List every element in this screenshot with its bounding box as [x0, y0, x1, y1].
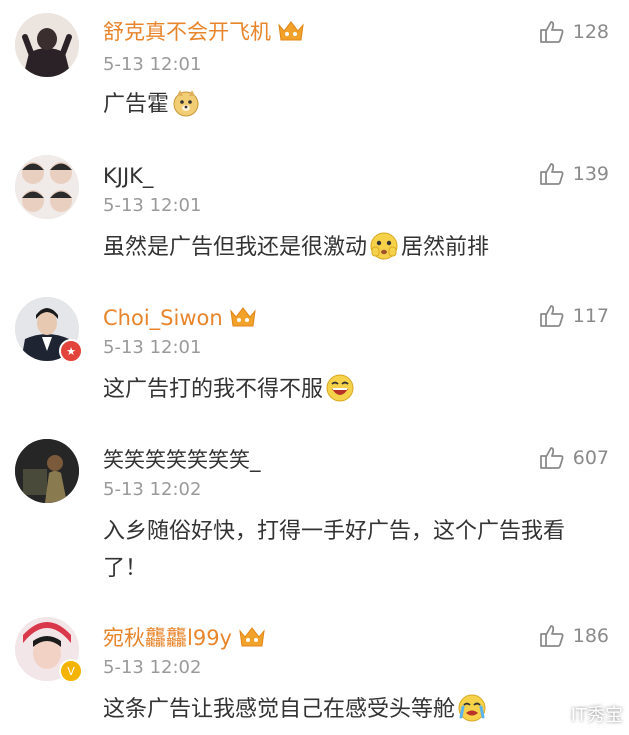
username-text[interactable]: Choi_Siwon	[103, 306, 223, 330]
avatar[interactable]	[15, 155, 79, 219]
thumbs-up-icon	[539, 447, 564, 469]
timestamp: 5-13 12:02	[103, 479, 202, 500]
comment-item: 舒克真不会开飞机 5-13 12:01 广告霍 128	[0, 0, 629, 139]
comment-text: 广告霍	[103, 86, 609, 130]
like-count: 117	[572, 305, 609, 327]
like-count: 186	[572, 625, 609, 647]
nervous-emoji-icon	[369, 231, 399, 273]
comment-item: ★ Choi_Siwon 5-13 12:01 这广告打的我不得不服 117	[0, 280, 629, 423]
comment-item: 笑笑笑笑笑笑笑_ 5-13 12:02 入乡随俗好快，打得一手好广告，这个广告我…	[0, 422, 629, 601]
crying-emoji-icon	[457, 693, 487, 735]
watermark: IT秀宝	[544, 701, 623, 727]
comment-text: 这广告打的我不得不服	[103, 371, 609, 415]
avatar[interactable]	[15, 439, 79, 503]
comment-text-content: 这广告打的我不得不服	[103, 377, 324, 402]
timestamp: 5-13 12:01	[103, 195, 202, 216]
verified-red-badge-icon: ★	[59, 339, 83, 363]
username-text[interactable]: 宛秋龘龘l99y	[103, 626, 232, 650]
comment-text-content: 广告霍	[103, 92, 170, 117]
like-count: 607	[572, 447, 609, 469]
like-count: 128	[572, 21, 609, 43]
timestamp: 5-13 12:01	[103, 337, 202, 358]
comment-text-part-1: 虽然是广告但我还是很激动	[103, 235, 368, 260]
username-text[interactable]: 舒克真不会开飞机	[103, 20, 271, 44]
avatar[interactable]	[15, 13, 79, 77]
like-button[interactable]: 607	[539, 446, 609, 470]
doge-emoji-icon	[171, 88, 201, 130]
timestamp: 5-13 12:01	[103, 54, 202, 75]
comment-text: 这条广告让我感觉自己在感受头等舱	[103, 691, 609, 735]
vip-crown-icon	[277, 19, 305, 49]
like-button[interactable]: 128	[539, 20, 609, 44]
username[interactable]: 宛秋龘龘l99y	[103, 625, 266, 655]
laughing-emoji-icon	[325, 373, 355, 415]
username[interactable]: 笑笑笑笑笑笑笑_	[103, 447, 261, 473]
username[interactable]: 舒克真不会开飞机	[103, 19, 305, 49]
comment-text-content: 这条广告让我感觉自己在感受头等舱	[103, 697, 456, 722]
like-button[interactable]: 139	[539, 162, 609, 186]
comment-text: 虽然是广告但我还是很激动 居然前排	[103, 229, 609, 273]
like-button[interactable]: 117	[539, 304, 609, 328]
comment-item: V 宛秋龘龘l99y 5-13 12:02 这条广告让我感觉自己在感受头等舱 1…	[0, 600, 629, 733]
watermark-text: IT秀宝	[570, 705, 623, 726]
verified-gold-badge-icon: V	[59, 659, 83, 683]
comment-item: KJJK_ 5-13 12:01 虽然是广告但我还是很激动 居然前排 139	[0, 138, 629, 281]
thumbs-up-icon	[539, 625, 564, 647]
thumbs-up-icon	[539, 21, 564, 43]
like-count: 139	[572, 163, 609, 185]
thumbs-up-icon	[539, 305, 564, 327]
comment-text: 入乡随俗好快，打得一手好广告，这个广告我看了！	[103, 519, 566, 581]
vip-crown-icon	[238, 625, 266, 655]
vip-crown-icon	[229, 305, 257, 335]
username[interactable]: Choi_Siwon	[103, 305, 257, 335]
timestamp: 5-13 12:02	[103, 657, 202, 678]
like-button[interactable]: 186	[539, 624, 609, 648]
username[interactable]: KJJK_	[103, 163, 153, 189]
wechat-logo-icon	[544, 704, 567, 723]
thumbs-up-icon	[539, 163, 564, 185]
comment-text-part-2: 居然前排	[401, 235, 490, 260]
